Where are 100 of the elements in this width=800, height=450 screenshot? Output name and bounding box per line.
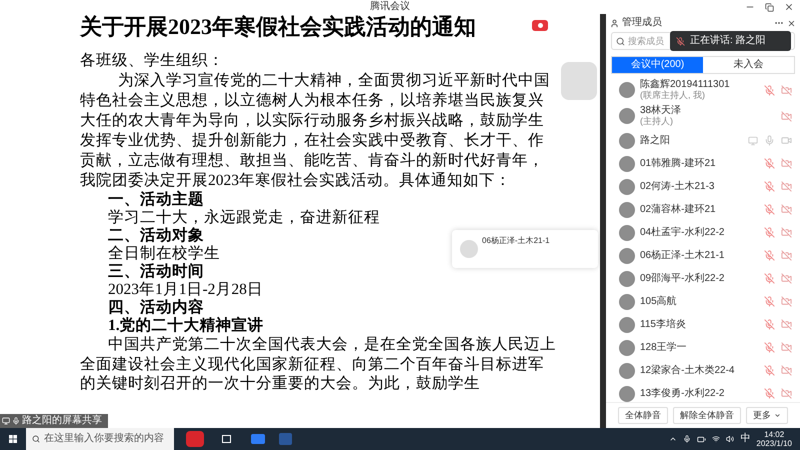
camera-off-icon[interactable] (781, 342, 792, 353)
tab[interactable]: 会议中(200) (612, 57, 703, 73)
camera-off-icon[interactable] (781, 227, 792, 238)
mic-icon (12, 417, 20, 425)
mic-muted-icon[interactable] (764, 342, 775, 353)
panel-button[interactable]: 全体静音 (618, 407, 668, 424)
avatar-icon (619, 340, 635, 356)
member-name: 105高航 (640, 296, 677, 307)
mic-muted-icon[interactable] (764, 204, 775, 215)
avatar-icon (619, 270, 635, 286)
greeting-text: 各班级、学生组织： (80, 51, 224, 71)
panel-button[interactable]: 更多 (746, 407, 788, 424)
member-item[interactable]: 105高航 (606, 290, 800, 313)
mic-muted-icon[interactable] (764, 273, 775, 284)
mic-muted-icon[interactable] (764, 319, 775, 330)
close-icon[interactable] (787, 18, 796, 28)
search-field[interactable]: 搜索成员 正在讲话: 路之阳 (611, 32, 795, 50)
member-name: 128王学一 (640, 342, 687, 353)
window-title: 腾讯会议 (370, 1, 410, 13)
mic-muted-icon[interactable] (764, 84, 775, 96)
member-item[interactable]: 06杨正泽-土木21-1 (606, 244, 800, 267)
subsection-heading: 1.党的二十大精神宣讲 (108, 317, 264, 335)
floating-control[interactable] (561, 62, 597, 100)
section-text: 2023年1月1日-2月28日 (108, 281, 263, 298)
search-placeholder: 搜索成员 (628, 36, 664, 46)
member-name: 04杜孟宇-水利22-2 (640, 227, 724, 238)
camera-off-icon[interactable] (781, 110, 792, 122)
toast-text: 正在讲话: 路之阳 (690, 35, 766, 47)
record-button[interactable] (532, 20, 548, 31)
member-name: 01韩雅腾-建环21 (640, 158, 716, 169)
battery-icon[interactable] (697, 434, 706, 444)
speaker-icon[interactable] (726, 435, 734, 443)
avatar-icon (460, 240, 478, 258)
member-name: 02蒲容林-建环21 (640, 204, 716, 215)
member-item[interactable]: 02蒲容林-建环21 (606, 198, 800, 221)
search-placeholder: 在这里输入你要搜索的内容 (44, 433, 164, 445)
camera-off-icon[interactable] (781, 158, 792, 169)
mic-muted-icon[interactable] (764, 365, 775, 376)
avatar-icon (619, 224, 635, 240)
member-item[interactable]: 09邵海平-水利22-2 (606, 267, 800, 290)
screen-icon (2, 417, 10, 425)
restore-icon[interactable] (765, 2, 774, 12)
clock-time: 14:02 (764, 430, 784, 439)
section-heading: 四、活动内容 (108, 299, 204, 317)
speaker-name: 06杨正泽-土木21-1 (482, 236, 550, 246)
windows-logo-icon[interactable] (9, 435, 17, 443)
panel-title: 管理成员 (622, 17, 662, 29)
close-icon[interactable] (784, 2, 794, 12)
member-name: 路之阳 (640, 135, 670, 146)
member-item[interactable]: 01韩雅腾-建环21 (606, 152, 800, 175)
camera-off-icon[interactable] (781, 365, 792, 376)
camera-off-icon[interactable] (781, 181, 792, 192)
share-label-text: 路之阳的屏幕共享 (22, 415, 102, 427)
section-heading: 一、活动主题 (108, 191, 204, 209)
ime-indicator[interactable]: 中 (740, 433, 750, 445)
chevron-up-icon[interactable] (669, 435, 678, 443)
mic-muted-icon[interactable] (764, 250, 775, 261)
member-item[interactable]: 路之阳 (606, 129, 800, 152)
avatar-icon (619, 82, 635, 98)
avatar-icon (619, 316, 635, 332)
avatar-icon (619, 156, 635, 172)
member-item[interactable]: 38林天泽 (主持人) (606, 103, 800, 129)
member-item[interactable]: 115李培炎 (606, 313, 800, 336)
avatar-icon (619, 362, 635, 378)
member-item[interactable]: 12梁家合-土木类22-4 (606, 359, 800, 382)
camera-off-icon[interactable] (781, 273, 792, 284)
mic-muted-icon[interactable] (764, 388, 775, 399)
camera-off-icon[interactable] (781, 250, 792, 261)
camera-off-icon[interactable] (781, 204, 792, 215)
camera-off-icon[interactable] (781, 319, 792, 330)
wifi-icon[interactable] (712, 435, 720, 443)
avatar-icon (619, 248, 635, 264)
camera-icon[interactable] (781, 135, 792, 146)
mic-muted-icon[interactable] (764, 227, 775, 238)
avatar-icon (619, 178, 635, 194)
member-name: 12梁家合-土木类22-4 (640, 365, 734, 376)
section-heading: 三、活动时间 (108, 263, 204, 281)
member-item[interactable]: 02何涛-土木21-3 (606, 175, 800, 198)
member-item[interactable]: 04杜孟宇-水利22-2 (606, 221, 800, 244)
mic-muted-icon[interactable] (764, 296, 775, 307)
camera-off-icon[interactable] (781, 296, 792, 307)
intro-paragraph: 为深入学习宣传党的二十大精神，全面贯彻习近平新时代中国特色社会主义思想，以立德树人为根本任务，以培养堪当民族复兴大任的农大青年为导向，以实际行动服务乡村振兴战略，鼓励学生发挥专业优势、提升创新能力，在社会实践中受教育、长才干、作贡献，立志做有理想、敢担当、能吃苦、肯奋斗的新时代好青年，我院团委决定开展2023年寒假社会实践活动。具体通知如下： (80, 71, 551, 190)
mic-muted-icon[interactable] (764, 158, 775, 169)
member-item[interactable]: 128王学一 (606, 336, 800, 359)
clock[interactable]: 14:02 2023/1/10 (756, 430, 792, 448)
search-icon (616, 36, 625, 46)
panel-button[interactable]: 解除全体静音 (673, 407, 741, 424)
section-heading: 二、活动对象 (108, 227, 204, 245)
avatar-icon (619, 386, 635, 402)
mic-muted-icon[interactable] (764, 181, 775, 192)
mic-icon[interactable] (683, 435, 692, 443)
taskbar-search-field[interactable]: 在这里输入你要搜索的内容 (26, 428, 174, 450)
member-item[interactable]: 陈鑫辉20194111301 (联席主持人, 我) (606, 77, 800, 103)
camera-off-icon[interactable] (781, 84, 792, 96)
person-icon (610, 18, 619, 28)
camera-off-icon[interactable] (781, 388, 792, 399)
section-text: 全日制在校学生 (108, 245, 220, 263)
avatar-icon (619, 132, 635, 148)
member-name: 02何涛-土木21-3 (640, 181, 714, 192)
member-item[interactable]: 13李俊勇-水利22-2 (606, 382, 800, 402)
